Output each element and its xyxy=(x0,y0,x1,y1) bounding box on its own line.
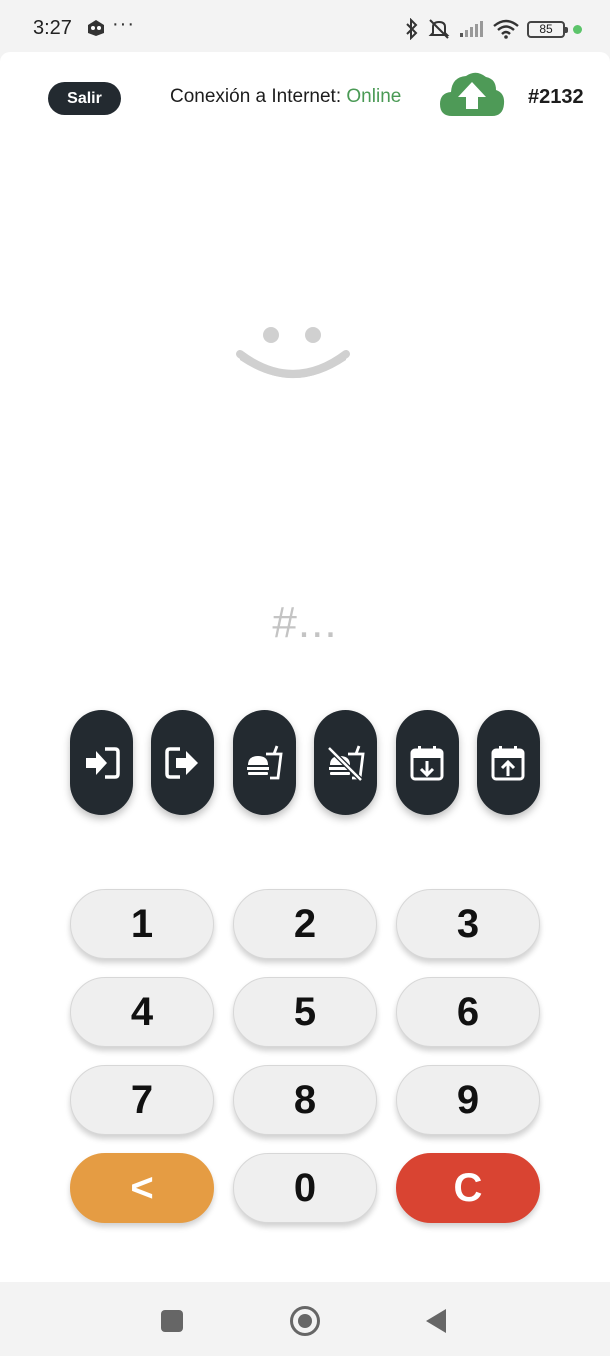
backspace-button[interactable]: < xyxy=(70,1153,214,1223)
connection-online-label: Online xyxy=(346,86,402,107)
battery-level: 85 xyxy=(539,22,553,36)
device-id: #2132 xyxy=(528,86,584,108)
food-icon xyxy=(247,745,283,779)
shift-out-button[interactable] xyxy=(476,710,540,815)
code-display: #... xyxy=(272,598,338,647)
shift-in-button[interactable] xyxy=(395,710,459,815)
privacy-indicator-dot xyxy=(573,24,582,34)
break-end-button[interactable] xyxy=(314,710,378,815)
exit-button[interactable]: Salir xyxy=(48,82,121,115)
key-7[interactable]: 7 xyxy=(70,1065,214,1135)
wifi-icon xyxy=(493,19,519,39)
recents-button[interactable] xyxy=(161,1310,183,1332)
app-notification-icon xyxy=(88,20,104,36)
signal-icon xyxy=(460,21,483,37)
connection-label: Conexión a Internet: xyxy=(170,86,342,107)
key-2[interactable]: 2 xyxy=(233,889,377,959)
smiley-icon xyxy=(236,327,350,378)
break-start-button[interactable] xyxy=(232,710,296,815)
key-5[interactable]: 5 xyxy=(233,977,377,1047)
cloud-upload-icon[interactable] xyxy=(438,68,506,118)
connection-status: Conexión a Internet: Online xyxy=(170,86,401,108)
mute-icon xyxy=(428,19,450,39)
screen: 3:27 ··· 85 Salir Conexión a Internet: O… xyxy=(0,0,610,1356)
key-1[interactable]: 1 xyxy=(70,889,214,959)
sign-in-button[interactable] xyxy=(70,710,133,815)
navigation-bar xyxy=(0,1282,610,1356)
battery-icon: 85 xyxy=(527,20,568,38)
status-more: ··· xyxy=(112,13,135,35)
sign-out-button[interactable] xyxy=(151,710,215,815)
calendar-up-icon xyxy=(491,745,525,780)
key-3[interactable]: 3 xyxy=(396,889,540,959)
action-buttons xyxy=(70,710,540,815)
status-bar: 3:27 ··· 85 xyxy=(0,0,610,56)
key-0[interactable]: 0 xyxy=(233,1153,377,1223)
key-6[interactable]: 6 xyxy=(396,977,540,1047)
key-9[interactable]: 9 xyxy=(396,1065,540,1135)
status-icons: 85 xyxy=(405,16,582,42)
back-button[interactable] xyxy=(426,1309,446,1333)
keypad: 1 2 3 4 5 6 7 8 9 < 0 C xyxy=(70,889,540,1223)
sign-in-icon xyxy=(85,746,120,779)
bluetooth-icon xyxy=(406,18,418,40)
calendar-down-icon xyxy=(410,745,444,780)
no-food-icon xyxy=(326,745,365,782)
key-8[interactable]: 8 xyxy=(233,1065,377,1135)
clear-button[interactable]: C xyxy=(396,1153,540,1223)
status-time: 3:27 xyxy=(33,17,72,39)
sign-out-icon xyxy=(165,746,198,779)
key-4[interactable]: 4 xyxy=(70,977,214,1047)
home-button[interactable] xyxy=(290,1306,320,1336)
app-content: Salir Conexión a Internet: Online #2132 … xyxy=(0,52,610,1282)
